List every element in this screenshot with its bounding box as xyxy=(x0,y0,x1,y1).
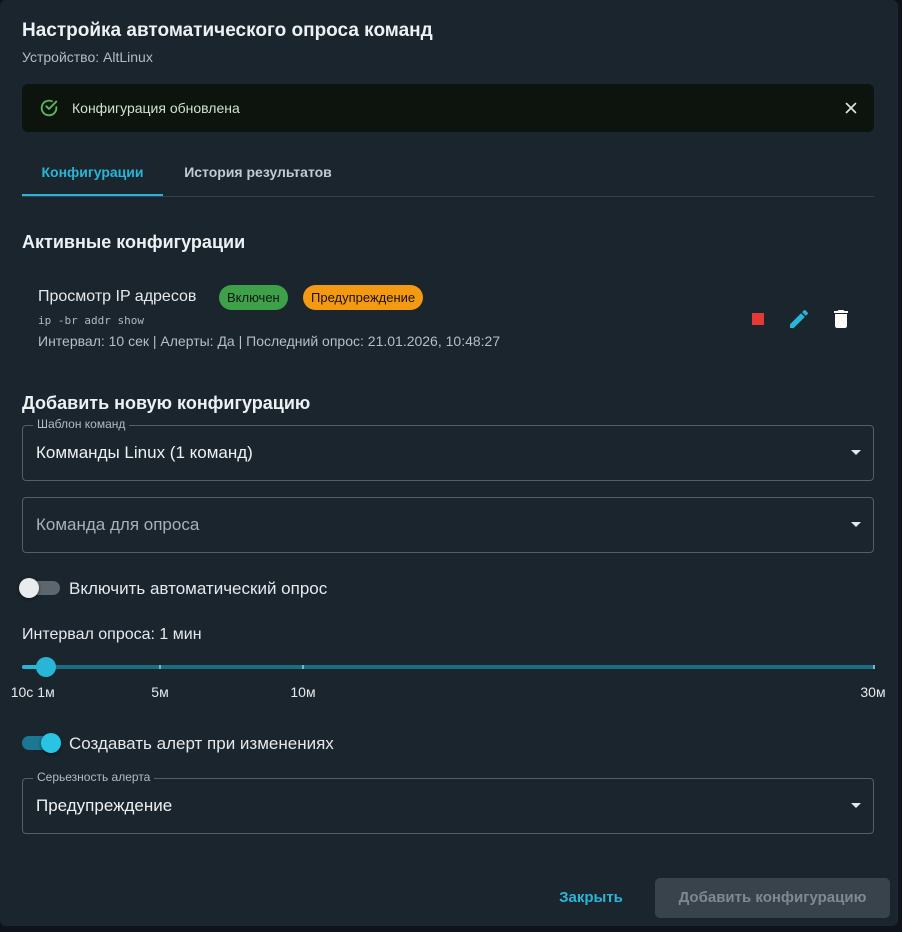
poll-settings-dialog: Настройка автоматического опроса команд … xyxy=(0,0,898,926)
close-button[interactable]: Закрыть xyxy=(549,878,633,918)
create-alert-label: Создавать алерт при изменениях xyxy=(69,734,334,753)
slider-tick xyxy=(302,665,304,669)
template-value: Комманды Linux (1 команд) xyxy=(36,443,253,462)
slider-mark-label: 30м xyxy=(860,684,886,700)
check-circle-icon xyxy=(40,99,58,117)
auto-poll-toggle[interactable] xyxy=(19,578,60,598)
config-command: ip -br addr show xyxy=(38,314,144,327)
command-placeholder: Команда для опроса xyxy=(36,515,200,534)
severity-badge: Предупреждение xyxy=(303,285,424,310)
command-select[interactable]: Команда для опроса xyxy=(22,497,874,553)
stop-icon[interactable] xyxy=(746,307,770,331)
toggle-knob xyxy=(19,578,39,598)
severity-value: Предупреждение xyxy=(36,796,173,815)
slider-tick xyxy=(159,665,161,669)
tab-results-history[interactable]: История результатов xyxy=(163,148,353,196)
add-config-heading: Добавить новую конфигурацию xyxy=(22,393,311,413)
edit-pencil-icon[interactable] xyxy=(787,307,811,331)
delete-trash-icon[interactable] xyxy=(829,307,853,331)
interval-slider-track[interactable] xyxy=(22,665,875,669)
command-template-select[interactable]: Шаблон команд Комманды Linux (1 команд) xyxy=(22,417,874,481)
interval-label: Интервал опроса: 1 мин xyxy=(22,626,202,643)
device-subtitle: Устройство: AltLinux xyxy=(22,49,153,65)
toggle-knob xyxy=(41,733,61,753)
alert-severity-select[interactable]: Серьезность алерта Предупреждение xyxy=(22,770,874,834)
dropdown-arrow-icon xyxy=(851,450,861,455)
add-configuration-button[interactable]: Добавить конфигурацию xyxy=(655,878,890,918)
slider-mark-label: 10с xyxy=(10,684,34,700)
success-notification: Конфигурация обновлена xyxy=(22,84,874,132)
status-badge: Включен xyxy=(219,285,288,310)
tab-configurations[interactable]: Конфигурации xyxy=(22,148,163,196)
slider-tick xyxy=(873,665,875,669)
close-icon[interactable] xyxy=(842,99,860,117)
create-alert-toggle[interactable] xyxy=(22,733,61,753)
interval-slider-thumb[interactable] xyxy=(36,657,56,677)
slider-mark-label: 1м xyxy=(37,684,55,700)
template-label: Шаблон команд xyxy=(33,417,130,431)
dialog-title: Настройка автоматического опроса команд xyxy=(22,20,433,41)
slider-mark-label: 5м xyxy=(151,684,169,700)
dropdown-arrow-icon xyxy=(851,522,861,527)
config-name: Просмотр IP адресов xyxy=(38,288,197,305)
notification-text: Конфигурация обновлена xyxy=(72,100,240,116)
active-configs-heading: Активные конфигурации xyxy=(22,232,246,252)
severity-label: Серьезность алерта xyxy=(33,770,155,784)
tab-bar: Конфигурации История результатов xyxy=(22,148,874,197)
slider-mark-label: 10м xyxy=(290,684,316,700)
dropdown-arrow-icon xyxy=(851,803,861,808)
auto-poll-label: Включить автоматический опрос xyxy=(69,579,328,598)
config-meta: Интервал: 10 сек | Алерты: Да | Последни… xyxy=(38,333,501,349)
